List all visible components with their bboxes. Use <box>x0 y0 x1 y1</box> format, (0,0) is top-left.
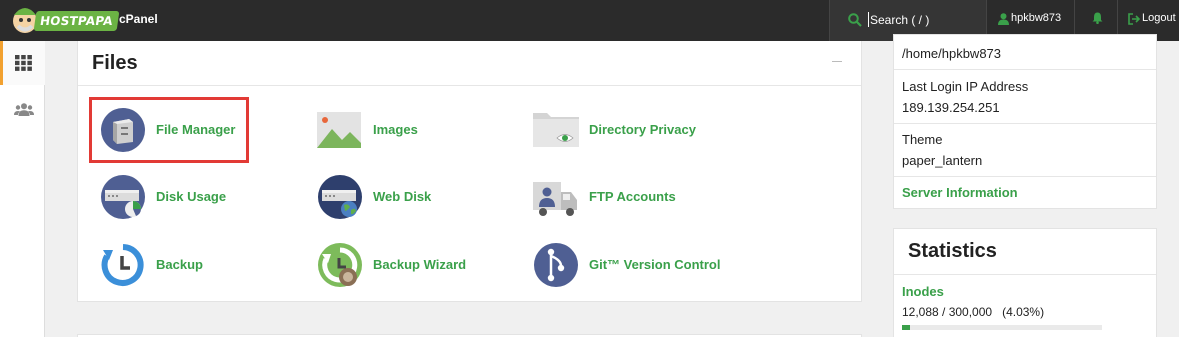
user-icon <box>998 13 1009 25</box>
sidebar <box>0 41 45 337</box>
item-label: Backup Wizard <box>373 257 467 272</box>
text-caret <box>868 12 869 27</box>
item-label: Backup <box>156 257 203 272</box>
divider <box>894 69 1156 70</box>
files-panel: Files File Manager Images Directory Priv… <box>77 41 862 302</box>
item-label: Directory Privacy <box>589 122 696 137</box>
grid-icon <box>15 55 32 71</box>
theme-value: paper_lantern <box>902 153 983 168</box>
web-disk-icon <box>318 175 362 219</box>
item-label: File Manager <box>156 122 236 137</box>
item-label: Git™ Version Control <box>589 257 721 272</box>
search-icon <box>848 13 862 27</box>
inodes-value: 12,088 / 300,000 (4.03%) <box>902 305 1045 319</box>
ftp-accounts-icon <box>533 182 577 216</box>
item-label: FTP Accounts <box>589 189 676 204</box>
images-icon <box>317 112 361 148</box>
backup-wizard-icon <box>318 243 362 287</box>
users-icon <box>14 103 34 116</box>
divider <box>78 85 861 86</box>
panel-title: Statistics <box>908 240 997 262</box>
git-version-control-icon <box>534 243 578 287</box>
last-login-label: Last Login IP Address <box>902 79 1029 94</box>
disk-usage-icon <box>101 175 145 219</box>
panel-title: Files <box>92 52 138 74</box>
last-login-ip: 189.139.254.251 <box>902 100 1000 115</box>
home-directory-value: /home/hpkbw873 <box>902 46 1002 61</box>
username: hpkbw873 <box>1011 12 1062 24</box>
inodes-progress-fill <box>902 325 910 330</box>
logout-label: Logout <box>1142 12 1176 24</box>
divider <box>894 123 1156 124</box>
sidebar-item-tools[interactable] <box>0 41 45 85</box>
search-input[interactable] <box>870 12 980 28</box>
bell-icon <box>1092 12 1103 24</box>
sidebar-item-users[interactable] <box>0 89 45 133</box>
inodes-progress-bar <box>902 325 1102 330</box>
general-info-panel: /home/hpkbw873 Last Login IP Address 189… <box>893 34 1157 209</box>
logout-icon <box>1128 13 1140 25</box>
statistics-panel: Statistics Inodes 12,088 / 300,000 (4.03… <box>893 228 1157 337</box>
item-label: Web Disk <box>373 189 432 204</box>
inodes-link[interactable]: Inodes <box>902 284 944 299</box>
theme-label: Theme <box>902 132 943 147</box>
item-label: Images <box>373 122 418 137</box>
logo-text: HOSTPAPA <box>33 11 120 31</box>
backup-icon <box>101 243 145 287</box>
directory-privacy-icon <box>533 113 579 147</box>
divider <box>894 176 1156 177</box>
hostpapa-logo[interactable]: HOSTPAPA <box>11 3 120 37</box>
product-name: cPanel <box>119 12 158 26</box>
collapse-toggle[interactable] <box>832 61 842 62</box>
server-information-link[interactable]: Server Information <box>902 185 1018 200</box>
item-label: Disk Usage <box>156 189 227 204</box>
file-manager-icon <box>101 108 145 152</box>
divider <box>894 274 1156 275</box>
